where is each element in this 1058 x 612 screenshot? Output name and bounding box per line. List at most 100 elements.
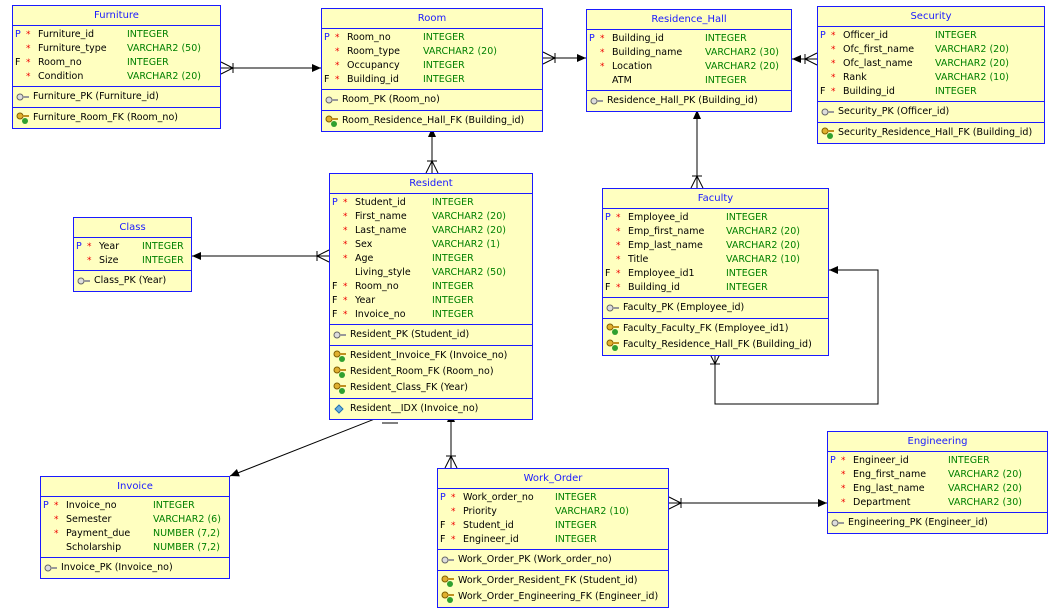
foreign-key-row[interactable]: Resident_Class_FK (Year) bbox=[330, 380, 532, 396]
entity-class[interactable]: Class P * Year INTEGER * Size INTEGER Cla… bbox=[73, 217, 192, 292]
column-row[interactable]: F * Room_no INTEGER bbox=[13, 56, 220, 70]
column-row[interactable]: * Department VARCHAR2 (30) bbox=[828, 496, 1047, 510]
foreign-key-row[interactable]: Furniture_Room_FK (Room_no) bbox=[13, 110, 220, 126]
column-row[interactable]: P * Officer_id INTEGER bbox=[818, 29, 1044, 43]
column-row[interactable]: * Sex VARCHAR2 (1) bbox=[330, 238, 532, 252]
entity-security[interactable]: Security P * Officer_id INTEGER * Ofc_fi… bbox=[817, 6, 1045, 144]
primary-key-row[interactable]: Work_Order_PK (Work_order_no) bbox=[438, 552, 668, 568]
arrow-head bbox=[829, 266, 838, 274]
entity-title[interactable]: Room bbox=[322, 9, 542, 29]
primary-key-row[interactable]: Room_PK (Room_no) bbox=[322, 92, 542, 108]
foreign-key-section: Work_Order_Resident_FK (Student_id) Work_… bbox=[438, 571, 668, 607]
column-row[interactable]: * Size INTEGER bbox=[74, 254, 191, 268]
arrow-head bbox=[818, 499, 827, 507]
foreign-key-row[interactable]: Room_Residence_Hall_FK (Building_id) bbox=[322, 113, 542, 129]
column-row[interactable]: * Furniture_type VARCHAR2 (50) bbox=[13, 42, 220, 56]
primary-key-label: Class_PK (Year) bbox=[94, 275, 167, 286]
column-row[interactable]: * Eng_last_name VARCHAR2 (20) bbox=[828, 482, 1047, 496]
column-row[interactable]: P * Furniture_id INTEGER bbox=[13, 28, 220, 42]
column-row[interactable]: F * Room_no INTEGER bbox=[330, 280, 532, 294]
column-row[interactable]: * Payment_due NUMBER (7,2) bbox=[41, 527, 229, 541]
column-row[interactable]: * Semester VARCHAR2 (6) bbox=[41, 513, 229, 527]
column-row[interactable]: P * Student_id INTEGER bbox=[330, 196, 532, 210]
column-row[interactable]: * Condition VARCHAR2 (20) bbox=[13, 70, 220, 84]
foreign-key-row[interactable]: Work_Order_Resident_FK (Student_id) bbox=[438, 573, 668, 589]
column-row[interactable]: * Emp_first_name VARCHAR2 (20) bbox=[603, 225, 828, 239]
column-row[interactable]: P * Building_id INTEGER bbox=[587, 32, 791, 46]
foreign-key-row[interactable]: Resident_Room_FK (Room_no) bbox=[330, 364, 532, 380]
primary-key-label: Work_Order_PK (Work_order_no) bbox=[458, 554, 612, 565]
primary-key-row[interactable]: Security_PK (Officer_id) bbox=[818, 104, 1044, 120]
column-row[interactable]: F * Building_id INTEGER bbox=[322, 73, 542, 87]
column-row[interactable]: * Room_type VARCHAR2 (20) bbox=[322, 45, 542, 59]
entity-faculty[interactable]: Faculty P * Employee_id INTEGER * Emp_fi… bbox=[602, 188, 829, 356]
entity-title[interactable]: Furniture bbox=[13, 6, 220, 26]
primary-key-row[interactable]: Residence_Hall_PK (Building_id) bbox=[587, 93, 791, 109]
primary-key-row[interactable]: Resident_PK (Student_id) bbox=[330, 327, 532, 343]
column-row[interactable]: P * Room_no INTEGER bbox=[322, 31, 542, 45]
entity-title[interactable]: Class bbox=[74, 218, 191, 238]
index-row[interactable]: Resident__IDX (Invoice_no) bbox=[330, 401, 532, 417]
entity-invoice[interactable]: Invoice P * Invoice_no INTEGER * Semeste… bbox=[40, 476, 230, 579]
column-row[interactable]: F * Building_id INTEGER bbox=[818, 85, 1044, 99]
column-row[interactable]: Scholarship NUMBER (7,2) bbox=[41, 541, 229, 555]
column-row[interactable]: Living_style VARCHAR2 (50) bbox=[330, 266, 532, 280]
column-row[interactable]: * Ofc_last_name VARCHAR2 (20) bbox=[818, 57, 1044, 71]
entity-engineering[interactable]: Engineering P * Engineer_id INTEGER * En… bbox=[827, 431, 1048, 534]
entity-work-order[interactable]: Work_Order P * Work_order_no INTEGER * P… bbox=[437, 468, 669, 608]
entity-title[interactable]: Residence_Hall bbox=[587, 10, 791, 30]
column-row[interactable]: P * Engineer_id INTEGER bbox=[828, 454, 1047, 468]
required-icon: * bbox=[26, 30, 31, 40]
entity-resident[interactable]: Resident P * Student_id INTEGER * First_… bbox=[329, 173, 533, 420]
column-row[interactable]: P * Employee_id INTEGER bbox=[603, 211, 828, 225]
column-row[interactable]: * Age INTEGER bbox=[330, 252, 532, 266]
column-name: Condition bbox=[38, 71, 84, 82]
entity-title[interactable]: Work_Order bbox=[438, 469, 668, 489]
column-row[interactable]: * Ofc_first_name VARCHAR2 (20) bbox=[818, 43, 1044, 57]
column-row[interactable]: P * Year INTEGER bbox=[74, 240, 191, 254]
column-row[interactable]: F * Invoice_no INTEGER bbox=[330, 308, 532, 322]
column-row[interactable]: F * Year INTEGER bbox=[330, 294, 532, 308]
entity-room[interactable]: Room P * Room_no INTEGER * Room_type VAR… bbox=[321, 8, 543, 132]
column-row[interactable]: * Rank VARCHAR2 (10) bbox=[818, 71, 1044, 85]
required-icon: * bbox=[451, 535, 456, 545]
entity-title[interactable]: Invoice bbox=[41, 477, 229, 497]
column-row[interactable]: * First_name VARCHAR2 (20) bbox=[330, 210, 532, 224]
column-row[interactable]: * Priority VARCHAR2 (10) bbox=[438, 505, 668, 519]
column-type: INTEGER bbox=[935, 86, 977, 97]
primary-key-row[interactable]: Class_PK (Year) bbox=[74, 273, 191, 289]
required-icon: * bbox=[87, 256, 92, 266]
entity-title[interactable]: Faculty bbox=[603, 189, 828, 209]
column-row[interactable]: P * Work_order_no INTEGER bbox=[438, 491, 668, 505]
foreign-key-row[interactable]: Faculty_Residence_Hall_FK (Building_id) bbox=[603, 337, 828, 353]
column-row[interactable]: ATM INTEGER bbox=[587, 74, 791, 88]
column-type: VARCHAR2 (20) bbox=[948, 469, 1022, 480]
column-row[interactable]: * Last_name VARCHAR2 (20) bbox=[330, 224, 532, 238]
primary-key-row[interactable]: Invoice_PK (Invoice_no) bbox=[41, 560, 229, 576]
column-row[interactable]: * Title VARCHAR2 (10) bbox=[603, 253, 828, 267]
column-row[interactable]: * Emp_last_name VARCHAR2 (20) bbox=[603, 239, 828, 253]
column-type: VARCHAR2 (20) bbox=[432, 225, 506, 236]
entity-title[interactable]: Engineering bbox=[828, 432, 1047, 452]
column-row[interactable]: * Occupancy INTEGER bbox=[322, 59, 542, 73]
primary-key-row[interactable]: Engineering_PK (Engineer_id) bbox=[828, 515, 1047, 531]
column-name: Room_no bbox=[347, 32, 391, 43]
foreign-key-row[interactable]: Work_Order_Engineering_FK (Engineer_id) bbox=[438, 589, 668, 605]
column-row[interactable]: F * Employee_id1 INTEGER bbox=[603, 267, 828, 281]
column-row[interactable]: F * Building_id INTEGER bbox=[603, 281, 828, 295]
foreign-key-row[interactable]: Faculty_Faculty_FK (Employee_id1) bbox=[603, 321, 828, 337]
column-row[interactable]: P * Invoice_no INTEGER bbox=[41, 499, 229, 513]
entity-residence-hall[interactable]: Residence_Hall P * Building_id INTEGER *… bbox=[586, 9, 792, 112]
primary-key-row[interactable]: Faculty_PK (Employee_id) bbox=[603, 300, 828, 316]
column-row[interactable]: F * Student_id INTEGER bbox=[438, 519, 668, 533]
column-row[interactable]: * Location VARCHAR2 (20) bbox=[587, 60, 791, 74]
entity-title[interactable]: Security bbox=[818, 7, 1044, 27]
foreign-key-row[interactable]: Resident_Invoice_FK (Invoice_no) bbox=[330, 348, 532, 364]
foreign-key-row[interactable]: Security_Residence_Hall_FK (Building_id) bbox=[818, 125, 1044, 141]
entity-furniture[interactable]: Furniture P * Furniture_id INTEGER * Fur… bbox=[12, 5, 221, 129]
column-row[interactable]: F * Engineer_id INTEGER bbox=[438, 533, 668, 547]
column-row[interactable]: * Building_name VARCHAR2 (30) bbox=[587, 46, 791, 60]
primary-key-row[interactable]: Furniture_PK (Furniture_id) bbox=[13, 89, 220, 105]
entity-title[interactable]: Resident bbox=[330, 174, 532, 194]
column-row[interactable]: * Eng_first_name VARCHAR2 (20) bbox=[828, 468, 1047, 482]
